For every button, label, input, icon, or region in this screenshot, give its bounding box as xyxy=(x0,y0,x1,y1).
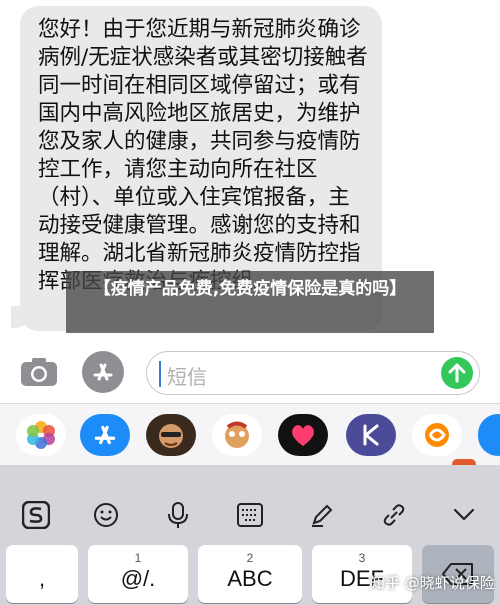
photos-icon xyxy=(27,421,55,449)
keyboard-grid-icon xyxy=(237,503,263,527)
compose-bar: 短信 xyxy=(0,345,500,403)
appstore-app-button[interactable] xyxy=(80,414,130,456)
chevron-down-icon xyxy=(453,508,475,521)
watermark: 知乎 @晓虾说保险 xyxy=(370,574,495,592)
animoji-app-button[interactable] xyxy=(212,414,262,456)
pen-icon xyxy=(312,504,333,527)
orange-app-button[interactable] xyxy=(412,414,462,456)
keyboard-toolbar xyxy=(0,465,500,545)
microphone-icon xyxy=(168,502,188,528)
article-title-overlay: 【疫情产品免费,免费疫情保险是真的吗】 xyxy=(66,271,434,333)
swirl-icon xyxy=(425,423,449,447)
k-letter-icon xyxy=(363,424,379,446)
sogou-s-icon xyxy=(22,501,50,529)
k-app-button[interactable] xyxy=(346,414,396,456)
heart-app-button[interactable] xyxy=(278,414,328,456)
camera-button[interactable] xyxy=(18,355,60,389)
smiley-icon xyxy=(94,503,118,527)
key-1-number: 1 xyxy=(134,551,142,565)
blue-app-button[interactable] xyxy=(478,414,500,456)
keyboard-layout-button[interactable] xyxy=(230,495,270,535)
apps-button[interactable] xyxy=(82,351,124,393)
app-store-icon xyxy=(94,425,116,445)
clipboard-button[interactable] xyxy=(374,495,414,535)
memoji-icon xyxy=(159,424,183,448)
photos-app-button[interactable] xyxy=(16,414,66,456)
key-comma[interactable]: , xyxy=(6,545,78,603)
message-placeholder: 短信 xyxy=(167,365,207,389)
memoji-app-button[interactable] xyxy=(146,414,196,456)
key-1[interactable]: 1 @/. xyxy=(88,545,188,603)
message-input[interactable]: 短信 xyxy=(146,351,480,395)
arrow-up-icon xyxy=(448,363,466,383)
key-3-number: 3 xyxy=(358,551,366,565)
message-thread: 您好！由于您近期与新冠肺炎确诊病例/无症状感染者或其密切接触者同一时间在相同区域… xyxy=(0,0,500,345)
link-icon xyxy=(383,504,405,526)
key-2-number: 2 xyxy=(246,551,254,565)
handwriting-button[interactable] xyxy=(302,495,342,535)
collapse-keyboard-button[interactable] xyxy=(444,495,484,535)
send-button[interactable] xyxy=(441,357,473,389)
message-text: 您好！由于您近期与新冠肺炎确诊病例/无症状感染者或其密切接触者同一时间在相同区域… xyxy=(38,17,368,294)
text-caret xyxy=(159,361,161,387)
key-2-label: ABC xyxy=(227,566,273,591)
camera-icon xyxy=(21,358,57,386)
voice-input-button[interactable] xyxy=(158,495,198,535)
app-drawer xyxy=(0,403,500,465)
animoji-icon xyxy=(225,421,249,448)
app-store-icon xyxy=(93,363,113,381)
key-comma-label: , xyxy=(38,566,46,591)
sogou-logo-button[interactable] xyxy=(16,495,56,535)
heart-icon xyxy=(292,425,314,446)
key-1-label: @/. xyxy=(120,566,156,591)
emoji-button[interactable] xyxy=(86,495,126,535)
key-2[interactable]: 2 ABC xyxy=(198,545,302,603)
